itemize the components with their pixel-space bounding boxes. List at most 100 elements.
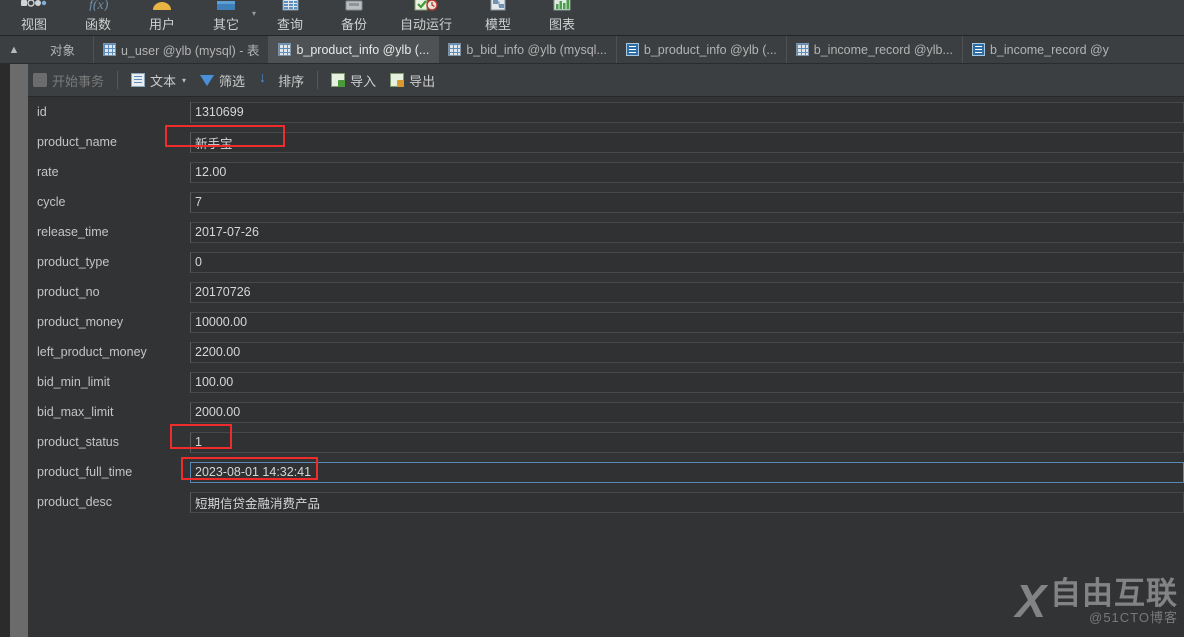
field-label: left_product_money [37, 345, 147, 359]
field-row[interactable]: product_no 20170726 [28, 277, 1184, 307]
grid-toolbar: 开始事务 文本 ▾ 筛选 排序 导入 导出 [0, 64, 1184, 97]
user-icon [148, 0, 176, 11]
field-row[interactable]: rate 12.00 [28, 157, 1184, 187]
field-value-input[interactable]: 2017-07-26 [190, 221, 1184, 243]
field-value-input[interactable]: 新手宝 [190, 131, 1184, 153]
tab-b-bid-info[interactable]: b_bid_info @ylb (mysql... [438, 36, 616, 63]
field-value-input[interactable]: 2000.00 [190, 401, 1184, 423]
text-view-button[interactable]: 文本 ▾ [124, 68, 193, 92]
field-value-input[interactable]: 7 [190, 191, 1184, 213]
query-document-icon [625, 43, 639, 56]
field-row[interactable]: left_product_money 2200.00 [28, 337, 1184, 367]
watermark-subtitle: @51CTO博客 [1089, 609, 1178, 625]
toolbar-label-autorun: 自动运行 [399, 17, 452, 32]
tab-b-income-record-query[interactable]: b_income_record @y [961, 36, 1118, 63]
toolbar-divider [317, 71, 319, 89]
left-rail [0, 64, 10, 637]
field-row[interactable]: product_money 10000.00 [28, 307, 1184, 337]
toolbar-button-model[interactable]: 模型 [466, 0, 530, 35]
field-row[interactable]: product_type 0 [28, 247, 1184, 277]
field-value-input[interactable]: 1 [190, 431, 1184, 453]
sort-arrow-icon [259, 69, 273, 87]
field-label: product_type [37, 255, 110, 269]
tab-label: 对象 [50, 44, 76, 58]
field-value-input[interactable]: 20170726 [190, 281, 1184, 303]
field-label: product_status [37, 435, 119, 449]
tab-label: b_product_info @ylb (... [643, 42, 777, 57]
field-label: product_name [37, 135, 117, 149]
main-toolbar: 视图 f(x) 函数 用户 其它 ▾ 查询 备份 自动运行 模型 图表 [0, 0, 1184, 36]
editor-tab-bar: ▲ 对象 u_user @ylb (mysql) - 表 b_product_i… [0, 36, 1184, 64]
field-row[interactable]: product_full_time 2023-08-01 14:32:41 [28, 457, 1184, 487]
field-row[interactable]: id 1310699 [28, 97, 1184, 127]
field-label: id [37, 105, 47, 119]
toolbar-button-autorun[interactable]: 自动运行 [386, 0, 466, 35]
tab-b-product-info-query[interactable]: b_product_info @ylb (... [615, 36, 786, 63]
toolbar-button-user[interactable]: 用户 [130, 0, 194, 35]
field-label: product_desc [37, 495, 113, 509]
toolbar-button-function[interactable]: f(x) 函数 [66, 0, 130, 35]
begin-transaction-label: 开始事务 [52, 73, 105, 89]
table-grid-icon [103, 43, 117, 56]
export-button[interactable]: 导出 [383, 68, 442, 92]
tab-u-user[interactable]: u_user @ylb (mysql) - 表 [93, 36, 269, 63]
field-label: release_time [37, 225, 109, 239]
export-icon [390, 73, 405, 87]
field-label: product_no [37, 285, 100, 299]
tab-b-income-record-table[interactable]: b_income_record @ylb... [785, 36, 962, 63]
import-button[interactable]: 导入 [324, 68, 383, 92]
table-grid-icon [278, 43, 292, 56]
svg-text:f(x): f(x) [89, 0, 109, 11]
toolbar-button-chart[interactable]: 图表 [530, 0, 594, 35]
field-row[interactable]: release_time 2017-07-26 [28, 217, 1184, 247]
field-value-input[interactable]: 0 [190, 251, 1184, 273]
field-label: rate [37, 165, 59, 179]
sort-button[interactable]: 排序 [252, 68, 311, 92]
toolbar-button-view[interactable]: 视图 [2, 0, 66, 35]
field-label: cycle [37, 195, 66, 209]
toolbar-button-backup[interactable]: 备份 [322, 0, 386, 35]
tab-objects[interactable]: 对象 [28, 36, 94, 63]
tab-b-product-info-table[interactable]: b_product_info @ylb (... [268, 36, 439, 63]
text-view-label: 文本 [150, 73, 177, 89]
filter-button[interactable]: 筛选 [193, 68, 252, 92]
table-grid-icon [795, 43, 809, 56]
toolbar-button-query[interactable]: 查询 [258, 0, 322, 35]
field-row[interactable]: product_desc 短期信贷金融消费产品 [28, 487, 1184, 517]
field-value-input[interactable]: 1310699 [190, 101, 1184, 123]
field-value-input[interactable]: 12.00 [190, 161, 1184, 183]
tab-label: u_user @ylb (mysql) - 表 [121, 44, 260, 58]
field-row[interactable]: bid_max_limit 2000.00 [28, 397, 1184, 427]
field-rows: id 1310699 product_name 新手宝 rate 12.00 cycle 7 r… [28, 97, 1184, 517]
field-label: bid_min_limit [37, 375, 110, 389]
field-value-input[interactable]: 2023-08-01 14:32:41 [190, 461, 1184, 483]
table-grid-icon [448, 43, 462, 56]
tab-label: b_bid_info @ylb (mysql... [466, 42, 607, 57]
begin-transaction-button[interactable]: 开始事务 [26, 68, 111, 92]
field-value-input[interactable]: 10000.00 [190, 311, 1184, 333]
sidebar-collapsed-strip[interactable] [10, 64, 28, 637]
chevron-up-icon[interactable]: ▲ [0, 36, 28, 63]
chevron-down-icon[interactable]: ▾ [252, 10, 256, 18]
field-value-input[interactable]: 2200.00 [190, 341, 1184, 363]
chart-icon [548, 0, 576, 11]
export-label: 导出 [409, 73, 436, 89]
field-row[interactable]: product_name 新手宝 [28, 127, 1184, 157]
toolbar-divider [117, 71, 119, 89]
field-row[interactable]: bid_min_limit 100.00 [28, 367, 1184, 397]
view-icon [20, 0, 48, 11]
field-value-input[interactable]: 100.00 [190, 371, 1184, 393]
toolbar-button-other[interactable]: 其它 ▾ [194, 0, 258, 35]
backup-icon [340, 0, 368, 11]
import-icon [331, 73, 346, 87]
tab-label: b_income_record @ylb... [813, 42, 953, 57]
text-document-icon [131, 73, 146, 87]
query-icon [276, 0, 304, 11]
model-icon [484, 0, 512, 11]
field-value-input[interactable]: 短期信贷金融消费产品 [190, 491, 1184, 513]
autorun-icon [412, 0, 440, 11]
tab-label: b_income_record @y [989, 42, 1109, 57]
field-row[interactable]: product_status 1 [28, 427, 1184, 457]
field-row[interactable]: cycle 7 [28, 187, 1184, 217]
chevron-down-icon[interactable]: ▾ [182, 76, 186, 85]
